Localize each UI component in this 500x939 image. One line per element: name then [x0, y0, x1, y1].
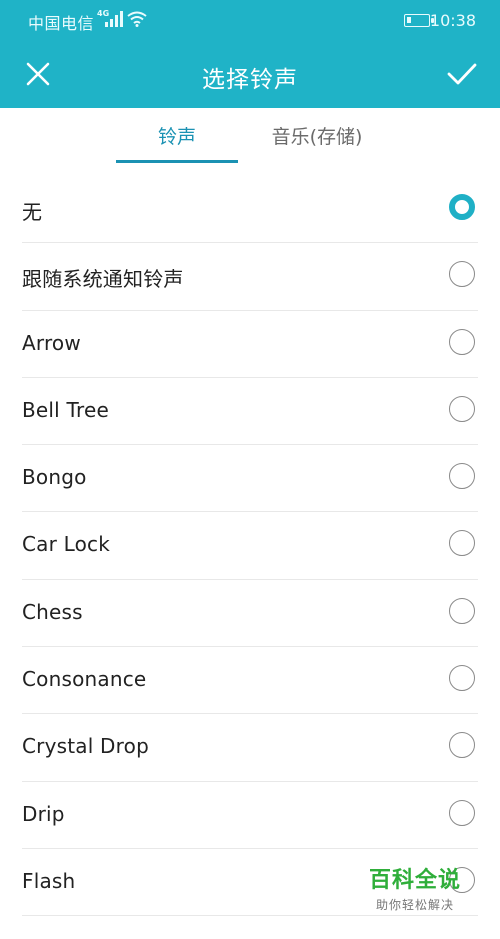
list-item-label: Crystal Drop	[22, 734, 149, 759]
list-item-label: Flash	[22, 868, 76, 893]
top-bar: 中国电信 4G 10:38 选择铃声	[0, 0, 500, 108]
radio-button[interactable]	[449, 261, 475, 288]
wifi-icon	[127, 11, 147, 27]
list-item[interactable]: Bongo	[0, 445, 500, 513]
radio-button[interactable]	[449, 194, 475, 220]
watermark-title: 百科全说	[368, 868, 461, 893]
radio-button[interactable]	[449, 395, 475, 422]
list-item-label: Bongo	[22, 465, 87, 490]
status-bar: 中国电信 4G 10:38	[0, 0, 500, 40]
list-item[interactable]: 无	[0, 176, 500, 244]
list-item-label: Consonance	[22, 667, 147, 692]
battery-icon	[404, 14, 434, 27]
tab-bar: 铃声 音乐(存储)	[0, 108, 500, 170]
watermark-subtitle: 助你轻松解决	[375, 898, 454, 912]
list-item[interactable]: Drip	[0, 782, 500, 849]
signal-indicator: 4G	[97, 9, 147, 29]
list-item[interactable]: Bell Tree	[0, 378, 500, 446]
list-item-label: 无	[22, 200, 43, 224]
list-item-label: Drip	[22, 801, 65, 826]
radio-button[interactable]	[449, 799, 475, 826]
tab-indicator	[116, 160, 238, 163]
list-item-label: 跟随系统通知铃声	[22, 267, 184, 292]
radio-button[interactable]	[449, 597, 475, 624]
radio-button[interactable]	[449, 530, 475, 557]
list-item[interactable]: 跟随系统通知铃声	[0, 243, 500, 311]
check-icon	[447, 63, 477, 85]
list-item[interactable]: Consonance	[0, 647, 500, 715]
radio-button[interactable]	[449, 732, 475, 759]
divider	[22, 915, 478, 917]
confirm-button[interactable]	[442, 54, 482, 94]
list-item[interactable]: Crystal Drop	[0, 714, 500, 782]
radio-button[interactable]	[449, 328, 475, 355]
list-item[interactable]: Arrow	[0, 311, 500, 378]
list-item[interactable]: Chess	[0, 580, 500, 648]
signal-bars-icon	[105, 11, 123, 27]
list-item[interactable]: Car Lock	[0, 512, 500, 580]
ringtone-list: 无 跟随系统通知铃声 Arrow Bell Tree Bongo Car Loc…	[0, 176, 500, 917]
radio-button[interactable]	[449, 463, 475, 490]
battery-level	[407, 17, 411, 23]
list-item-label: Car Lock	[22, 532, 111, 557]
list-item-label: Arrow	[22, 330, 81, 355]
carrier-name: 中国电信	[28, 14, 95, 33]
watermark: 百科全说 助你轻松解决	[360, 862, 470, 913]
list-item-label: Chess	[22, 599, 83, 624]
list-item-label: Bell Tree	[22, 397, 109, 422]
app-bar: 选择铃声	[0, 48, 500, 104]
radio-button[interactable]	[449, 665, 475, 692]
clock: 10:38	[429, 11, 476, 30]
tab-music-storage[interactable]: 音乐(存储)	[258, 122, 376, 166]
page-title: 选择铃声	[202, 67, 298, 93]
